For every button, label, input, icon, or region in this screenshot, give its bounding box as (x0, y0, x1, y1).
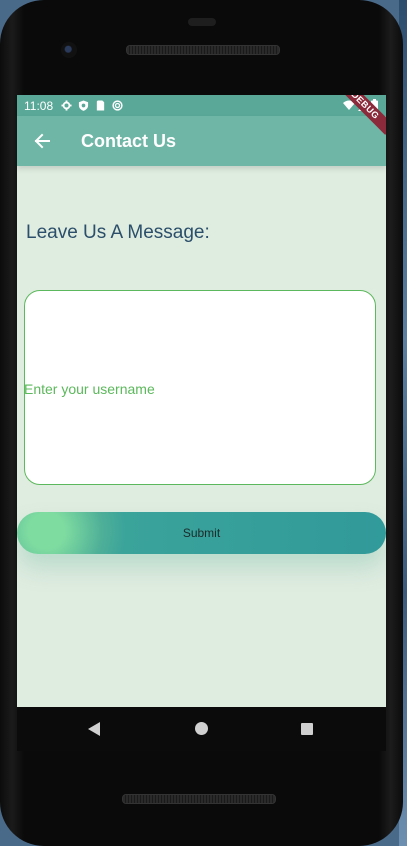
page-title: Contact Us (81, 130, 177, 151)
submit-button[interactable]: Submit (17, 512, 386, 554)
bottom-speaker (122, 794, 276, 804)
earpiece-speaker (126, 45, 280, 55)
home-circle-icon[interactable] (195, 722, 208, 735)
top-sensor (188, 18, 216, 26)
system-nav-bar (17, 707, 386, 751)
message-placeholder: Enter your username (24, 381, 155, 397)
sim-card-icon (96, 100, 105, 111)
sync-icon (112, 100, 123, 111)
status-time: 11:08 (24, 98, 54, 113)
app-screen: 11:08 Contact Us DEBUG Leave Us A Messag… (17, 95, 386, 707)
front-camera (61, 42, 77, 58)
form-heading: Leave Us A Message: (26, 222, 210, 243)
back-triangle-icon[interactable] (88, 722, 100, 736)
shield-icon (79, 100, 89, 111)
recents-square-icon[interactable] (301, 723, 313, 735)
app-bar: Contact Us (17, 116, 386, 166)
settings-icon (61, 100, 72, 111)
submit-label: Submit (182, 526, 221, 540)
arrow-left-icon[interactable] (32, 131, 52, 151)
status-left-icons (61, 100, 123, 111)
status-bar: 11:08 (17, 95, 386, 116)
phone-frame: 11:08 Contact Us DEBUG Leave Us A Messag… (0, 0, 403, 846)
